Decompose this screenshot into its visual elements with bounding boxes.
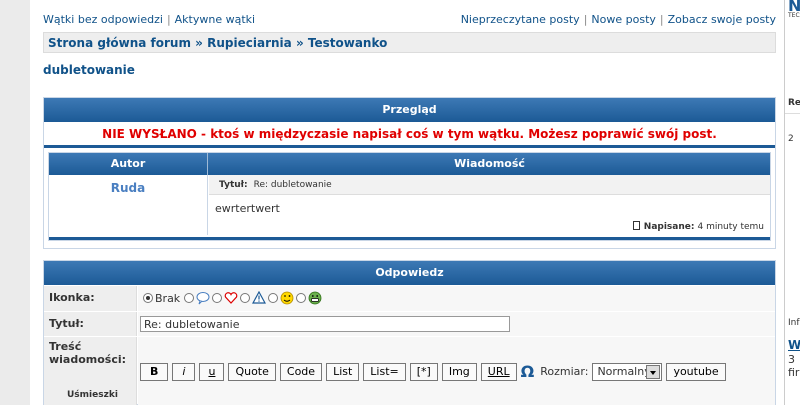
own-posts-link[interactable]: Zobacz swoje posty bbox=[668, 13, 776, 26]
unanswered-topics-link[interactable]: Wątki bez odpowiedzi bbox=[43, 13, 163, 26]
icon-none-label: Brak bbox=[155, 291, 181, 305]
heart-icon bbox=[224, 292, 238, 304]
right-panel-line: 3 bbox=[788, 353, 795, 366]
right-panel-line: Info bbox=[788, 318, 800, 328]
right-panel-divider bbox=[785, 113, 800, 114]
message-editor: B i u Quote Code List List= [*] Img URL … bbox=[138, 337, 775, 405]
bbcode-toolbar: B i u Quote Code List List= [*] Img URL … bbox=[140, 362, 730, 381]
separator: | bbox=[659, 13, 664, 26]
reply-header: Odpowiedz bbox=[44, 261, 775, 285]
speech-bubble-icon bbox=[196, 292, 210, 305]
list-button[interactable]: List bbox=[326, 362, 360, 381]
bold-button[interactable]: B bbox=[140, 362, 169, 381]
font-size-value: Normalny bbox=[597, 364, 651, 378]
list-item-button[interactable]: [*] bbox=[409, 362, 438, 381]
special-chars-icon[interactable]: Ω bbox=[521, 362, 535, 381]
right-panel-link[interactable]: W bbox=[788, 338, 800, 352]
col-message-header: Wiadomość bbox=[454, 157, 525, 170]
post-subject-row: Tytuł: Re: dubletowanie bbox=[209, 175, 770, 195]
posted-label: Napisane: bbox=[643, 222, 695, 232]
post-author: Ruda bbox=[49, 175, 208, 235]
review-panel: Przegląd NIE WYSŁANO - ktoś w międzyczas… bbox=[43, 97, 776, 249]
smilies-label: Uśmieszki bbox=[67, 390, 118, 400]
subject-cell bbox=[138, 312, 775, 336]
subject-row: Tytuł: bbox=[44, 312, 775, 336]
top-links: Wątki bez odpowiedzi | Aktywne wątki Niepr… bbox=[43, 13, 776, 27]
icon-grin-radio[interactable] bbox=[296, 293, 307, 303]
posted-value: 4 minuty temu bbox=[697, 222, 764, 232]
icon-label: Ikonka: bbox=[44, 286, 137, 311]
url-button[interactable]: URL bbox=[480, 362, 517, 381]
message-row: Treść wiadomości: Uśmieszki B i u Quote … bbox=[44, 337, 775, 405]
separator: | bbox=[583, 13, 588, 26]
code-button[interactable]: Code bbox=[279, 362, 323, 381]
active-topics-link[interactable]: Aktywne wątki bbox=[175, 13, 255, 26]
size-label: Rozmiar: bbox=[540, 365, 589, 378]
unread-posts-link[interactable]: Nieprzeczytane posty bbox=[461, 13, 580, 26]
icon-speech-radio[interactable] bbox=[184, 293, 195, 303]
not-sent-warning: NIE WYSŁANO - ktoś w międzyczasie napisa… bbox=[102, 127, 717, 141]
post-date: Napisane: 4 minuty temu bbox=[632, 221, 764, 232]
post-subject-label: Tytuł: bbox=[219, 180, 248, 190]
icon-wink-radio[interactable] bbox=[268, 293, 279, 303]
icon-heart-radio[interactable] bbox=[212, 293, 223, 303]
divider-bar bbox=[44, 145, 775, 148]
message-label-cell: Treść wiadomości: Uśmieszki bbox=[44, 337, 137, 405]
chevron-down-icon[interactable] bbox=[646, 364, 661, 379]
forum-page: Wątki bez odpowiedzi | Aktywne wątki Niepr… bbox=[30, 0, 784, 405]
col-author-header: Autor bbox=[49, 153, 208, 175]
top-links-left: Wątki bez odpowiedzi | Aktywne wątki bbox=[43, 13, 255, 26]
subject-label: Tytuł: bbox=[44, 312, 137, 336]
top-links-right: Nieprzeczytane posty | Nowe posty | Zobacz s… bbox=[461, 13, 776, 26]
right-panel-line: Re bbox=[788, 98, 800, 108]
wink-smiley-icon bbox=[280, 291, 294, 305]
left-gutter bbox=[0, 0, 30, 405]
img-button[interactable]: Img bbox=[441, 362, 477, 381]
breadcrumb-home[interactable]: Strona główna forum bbox=[48, 36, 191, 50]
breadcrumb-arrow: » bbox=[195, 36, 203, 50]
review-header: Przegląd bbox=[44, 98, 775, 122]
post-subject: Re: dubletowanie bbox=[253, 180, 332, 190]
breadcrumb-forum[interactable]: Rupieciarnia bbox=[207, 36, 292, 50]
font-size-select[interactable]: Normalny bbox=[592, 362, 663, 381]
right-panel-line: fir bbox=[788, 366, 800, 379]
youtube-button[interactable]: youtube bbox=[666, 362, 726, 381]
ordered-list-button[interactable]: List= bbox=[363, 362, 406, 381]
reply-panel: Odpowiedz Ikonka: Brak Tytuł: Re: dublet… bbox=[43, 260, 776, 405]
icon-none-radio[interactable] bbox=[143, 293, 153, 303]
breadcrumb-subforum[interactable]: Testowanko bbox=[308, 36, 387, 50]
icon-options: Brak bbox=[138, 286, 775, 311]
right-panel-line: 2 bbox=[788, 134, 794, 144]
underline-button[interactable]: u bbox=[199, 362, 225, 381]
post-body: ewrtertwert bbox=[215, 202, 280, 215]
warning-icon bbox=[252, 291, 267, 304]
breadcrumb-arrow: » bbox=[295, 36, 304, 50]
new-posts-link[interactable]: Nowe posty bbox=[591, 13, 656, 26]
post-preview: Autor Wiadomość Ruda Tytuł: Re: dubletowa… bbox=[48, 152, 771, 241]
icon-row: Ikonka: Brak bbox=[44, 286, 775, 311]
quote-button[interactable]: Quote bbox=[228, 362, 276, 381]
italic-button[interactable]: i bbox=[172, 362, 196, 381]
subject-input[interactable] bbox=[140, 316, 510, 332]
preview-table-header: Autor Wiadomość bbox=[49, 153, 770, 175]
breadcrumb: Strona główna forum » Rupieciarnia » Tes… bbox=[43, 32, 776, 53]
separator: | bbox=[166, 13, 171, 26]
message-label: Treść wiadomości: bbox=[49, 340, 127, 366]
right-side-panel: N TEC Re 2 Info W 3 fir bbox=[784, 0, 800, 405]
document-icon bbox=[632, 221, 640, 230]
topic-title[interactable]: dubletowanie bbox=[43, 63, 135, 77]
grin-smiley-icon bbox=[308, 291, 322, 305]
preview-bottom-bar bbox=[49, 237, 770, 240]
icon-warning-radio[interactable] bbox=[240, 293, 251, 303]
author-name-link[interactable]: Ruda bbox=[111, 181, 145, 195]
right-panel-line: TEC bbox=[788, 12, 800, 19]
